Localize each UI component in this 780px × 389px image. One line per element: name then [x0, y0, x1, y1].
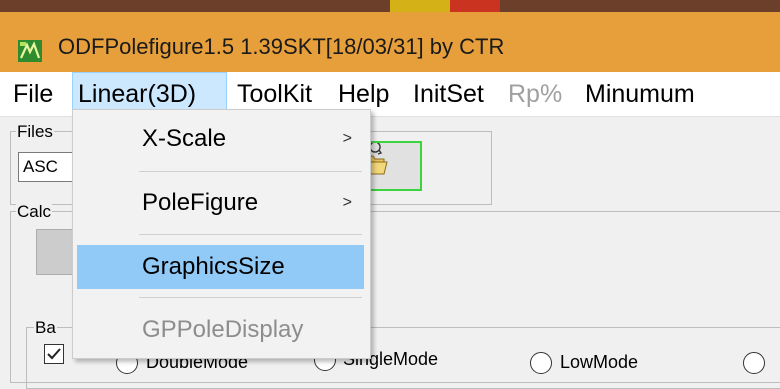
menu-item-x-scale-label: X-Scale: [142, 125, 227, 152]
radio-low-mode[interactable]: [530, 352, 552, 374]
menu-item-graphics-size-label: GraphicsSize: [142, 253, 285, 280]
menu-item-gp-pole-display-label: GPPoleDisplay: [142, 316, 304, 343]
file-type-value: ASC: [23, 157, 58, 176]
radio-extra-mode[interactable]: [743, 352, 765, 374]
background-group-label: Ba: [34, 318, 57, 338]
menu-minumum[interactable]: Minumum: [580, 72, 700, 116]
menu-initset[interactable]: InitSet: [408, 72, 489, 116]
app-icon: [18, 40, 42, 62]
calc-group-label: Calc: [16, 202, 53, 222]
menu-separator: [139, 171, 362, 172]
menu-item-polefigure-label: PoleFigure: [142, 189, 259, 216]
menu-file[interactable]: File: [8, 72, 58, 116]
window-title: ODFPolefigure1.5 1.39SKT[18/03/31] by CT…: [58, 34, 505, 59]
files-group-label: Files: [16, 122, 54, 142]
menu-item-x-scale[interactable]: X-Scale >: [77, 117, 364, 161]
submenu-arrow-icon: >: [342, 130, 352, 147]
menu-separator: [139, 297, 362, 298]
title-bar: ODFPolefigure1.5 1.39SKT[18/03/31] by CT…: [0, 12, 780, 72]
radio-low-mode-label: LowMode: [560, 352, 639, 372]
menu-item-gp-pole-display[interactable]: GPPoleDisplay: [77, 308, 364, 352]
checkmark-icon: [47, 348, 61, 360]
menu-rp-percent[interactable]: Rp%: [503, 72, 567, 116]
background-window-segment: [450, 0, 500, 12]
linear-3d-dropdown-menu: X-Scale > PoleFigure > GraphicsSize GPPo…: [72, 109, 371, 359]
menu-separator: [139, 234, 362, 235]
background-window-segment: [390, 0, 450, 12]
submenu-arrow-icon: >: [342, 194, 352, 211]
option-checkbox[interactable]: [44, 344, 64, 364]
menu-item-graphics-size[interactable]: GraphicsSize: [77, 245, 364, 289]
menu-item-polefigure[interactable]: PoleFigure >: [77, 181, 364, 225]
screen-top-strip: [0, 0, 780, 12]
